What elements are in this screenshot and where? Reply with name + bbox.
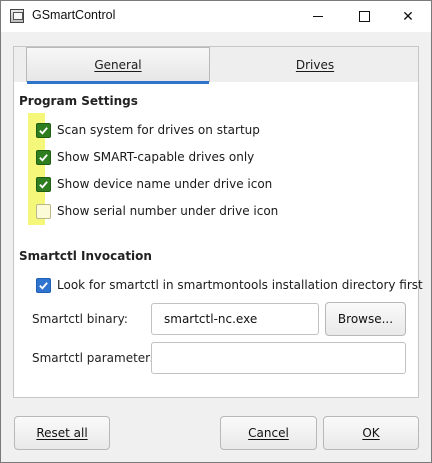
program-settings-heading: Program Settings — [19, 94, 138, 108]
reset-all-button[interactable]: Reset all — [14, 416, 110, 450]
ok-label: OK — [362, 426, 380, 440]
option-label: Scan system for drives on startup — [57, 123, 260, 137]
cancel-label: Cancel — [248, 426, 289, 440]
smartctl-binary-label: Smartctl binary: — [32, 312, 128, 326]
checkbox-checked[interactable] — [36, 122, 51, 138]
active-tab-indicator — [27, 81, 209, 84]
tab-general-label: General — [94, 58, 142, 72]
option-label: Show serial number under drive icon — [57, 204, 279, 218]
app-icon — [10, 9, 24, 23]
option-look-in-install-dir[interactable]: Look for smartctl in smartmontools insta… — [36, 276, 423, 294]
option-label: Show SMART-capable drives only — [57, 150, 255, 164]
ok-button[interactable]: OK — [323, 416, 419, 450]
window-title: GSmartControl — [32, 8, 116, 22]
maximize-button[interactable] — [341, 1, 387, 32]
minimize-icon — [313, 16, 323, 17]
checkbox-unchecked[interactable] — [36, 203, 51, 219]
option-show-device-name[interactable]: Show device name under drive icon — [36, 175, 272, 193]
tab-bar: General Drives — [13, 46, 420, 84]
option-show-serial-number[interactable]: Show serial number under drive icon — [36, 202, 278, 220]
minimize-button[interactable] — [295, 1, 341, 32]
checkmark-icon — [39, 126, 48, 135]
browse-button[interactable]: Browse... — [325, 302, 406, 336]
option-label: Look for smartctl in smartmontools insta… — [57, 278, 423, 292]
checkmark-icon — [39, 281, 48, 290]
smartctl-parameters-label: Smartctl parameters: — [32, 351, 161, 365]
reset-all-label: Reset all — [36, 426, 88, 440]
tab-drives-label: Drives — [295, 57, 335, 72]
checkmark-icon — [39, 180, 48, 189]
option-smart-capable-only[interactable]: Show SMART-capable drives only — [36, 148, 254, 166]
close-button[interactable]: ✕ — [385, 1, 431, 32]
option-label: Show device name under drive icon — [57, 177, 273, 191]
maximize-icon — [358, 11, 370, 22]
smartctl-invocation-heading: Smartctl Invocation — [19, 249, 152, 263]
option-scan-on-startup[interactable]: Scan system for drives on startup — [36, 121, 260, 139]
smartctl-parameters-input[interactable] — [151, 342, 406, 374]
checkbox-checked[interactable] — [36, 277, 51, 293]
tab-general[interactable]: General — [26, 47, 210, 84]
checkbox-checked[interactable] — [36, 149, 51, 165]
cancel-button[interactable]: Cancel — [220, 416, 317, 450]
checkbox-checked[interactable] — [36, 176, 51, 192]
checkmark-icon — [39, 153, 48, 162]
browse-button-label: Browse... — [337, 312, 394, 326]
gsmartcontrol-window: GSmartControl ✕ General Drives Program S… — [0, 0, 432, 463]
title-bar[interactable]: GSmartControl ✕ — [1, 1, 431, 32]
tab-drives[interactable]: Drives — [210, 47, 420, 82]
close-icon: ✕ — [402, 8, 414, 25]
smartctl-binary-input[interactable]: smartctl-nc.exe — [151, 303, 319, 335]
